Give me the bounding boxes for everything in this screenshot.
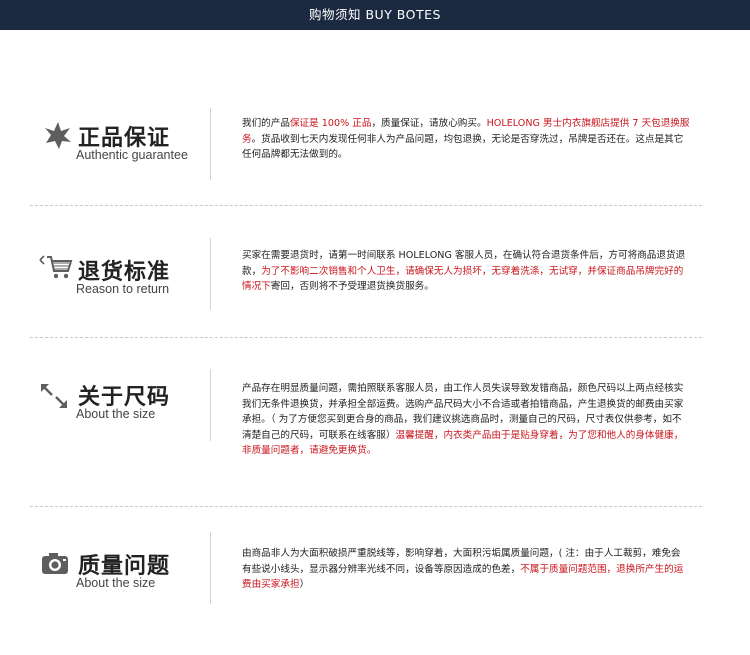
section-description: 买家在需要退货时，请第一时间联系 HOLELONG 客服人员，在确认符合退货条件… xyxy=(242,250,686,293)
divider-vertical xyxy=(210,369,211,441)
section-subtitle: About the size xyxy=(76,407,156,421)
star-icon xyxy=(38,120,74,150)
camera-icon xyxy=(38,550,74,580)
divider-vertical xyxy=(210,238,211,310)
section-separator xyxy=(30,337,702,338)
section-description: 由商品非人为大面积破损严重脱线等，影响穿着，大面积污垢属质量问题，( 注：由于人… xyxy=(242,548,684,591)
section-separator xyxy=(30,205,702,206)
page-title: 购物须知 BUY BOTES xyxy=(309,7,441,22)
resize-arrows-icon xyxy=(38,381,74,411)
divider-vertical xyxy=(210,532,211,604)
section-description: 我们的产品保证是 100% 正品，质量保证，请放心购买。HOLELONG 男士内… xyxy=(242,118,690,161)
section-quality-issues: 质量问题 About the size 由商品非人为大面积破损严重脱线等，影响穿… xyxy=(0,530,750,640)
shopping-cart-icon xyxy=(38,252,74,282)
section-description: 产品存在明显质量问题，需拍照联系客服人员，由工作人员失误导致发错商品，颜色尺码以… xyxy=(242,383,684,457)
section-subtitle: Authentic guarantee xyxy=(76,148,188,162)
section-separator xyxy=(30,506,702,507)
section-return-policy: 退货标准 Reason to return 买家在需要退货时，请第一时间联系 H… xyxy=(0,230,750,325)
divider-vertical xyxy=(210,108,211,180)
section-subtitle: Reason to return xyxy=(76,282,170,296)
page-header: 购物须知 BUY BOTES xyxy=(0,0,750,30)
section-size-info: 关于尺码 About the size 产品存在明显质量问题，需拍照联系客服人员… xyxy=(0,365,750,495)
section-authentic-guarantee: 正品保证 Authentic guarantee 我们的产品保证是 100% 正… xyxy=(0,100,750,200)
section-subtitle: About the size xyxy=(76,576,156,590)
